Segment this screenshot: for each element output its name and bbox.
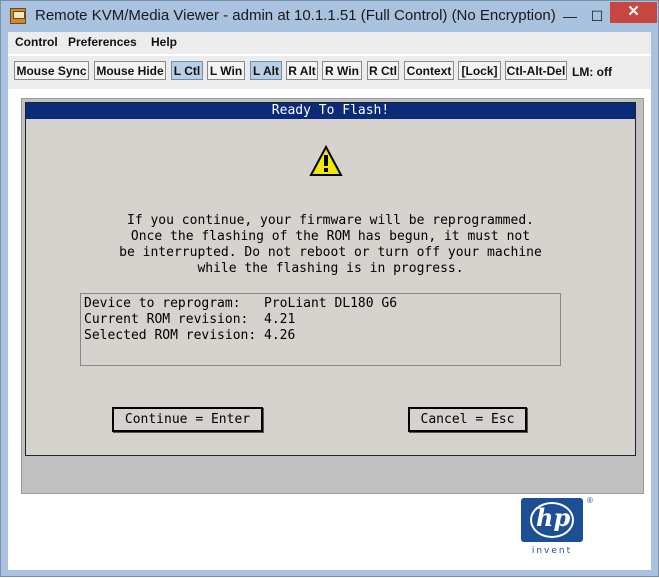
title-bar[interactable]: Remote KVM/Media Viewer - admin at 10.1.…	[1, 1, 658, 32]
maximize-button[interactable]: ☐	[586, 7, 608, 25]
kvm-window: Remote KVM/Media Viewer - admin at 10.1.…	[0, 0, 659, 577]
current-rom-line: Current ROM revision: 4.21	[84, 312, 296, 327]
menu-help[interactable]: Help	[151, 35, 177, 49]
message-line: Once the flashing of the ROM has begun, …	[130, 229, 531, 244]
client-area: Control Preferences Help Mouse Sync Mous…	[8, 32, 651, 570]
dialog-title: Ready To Flash!	[26, 103, 635, 119]
ctl-alt-del-button[interactable]: Ctl-Alt-Del	[505, 61, 567, 80]
window-title: Remote KVM/Media Viewer - admin at 10.1.…	[35, 7, 556, 24]
flash-dialog: Ready To Flash! If you continue, your fi…	[25, 102, 636, 456]
context-button[interactable]: Context	[404, 61, 454, 80]
cancel-button[interactable]: Cancel = Esc	[408, 407, 527, 432]
menu-bar: Control Preferences Help	[8, 32, 651, 54]
rom-info-box: Device to reprogram: ProLiant DL180 G6 C…	[80, 293, 561, 366]
continue-button[interactable]: Continue = Enter	[112, 407, 263, 432]
hp-tagline: invent	[531, 546, 573, 556]
l-alt-button[interactable]: L Alt	[250, 61, 282, 80]
hp-logo-text: hp	[536, 503, 571, 532]
l-ctl-button[interactable]: L Ctl	[171, 61, 203, 80]
message-line: If you continue, your firmware will be r…	[127, 213, 534, 228]
hp-logo: hp ® invent	[521, 496, 605, 578]
lock-button[interactable]: [Lock]	[458, 61, 501, 80]
hp-logo-mark: hp	[521, 498, 583, 542]
message-line: while the flashing is in progress.	[197, 261, 464, 276]
r-alt-button[interactable]: R Alt	[286, 61, 318, 80]
mouse-sync-button[interactable]: Mouse Sync	[14, 61, 89, 80]
message-line: be interrupted. Do not reboot or turn of…	[119, 245, 542, 260]
menu-preferences[interactable]: Preferences	[68, 35, 137, 49]
app-icon	[10, 8, 26, 24]
r-win-button[interactable]: R Win	[322, 61, 362, 80]
close-button[interactable]: ✕	[610, 2, 657, 23]
selected-rom-line: Selected ROM revision: 4.26	[84, 328, 296, 343]
menu-control[interactable]: Control	[15, 35, 58, 49]
l-win-button[interactable]: L Win	[207, 61, 245, 80]
registered-mark: ®	[587, 496, 593, 505]
device-line: Device to reprogram: ProLiant DL180 G6	[84, 296, 398, 311]
r-ctl-button[interactable]: R Ctl	[367, 61, 399, 80]
toolbar: Mouse Sync Mouse Hide L Ctl L Win L Alt …	[8, 56, 651, 89]
remote-console[interactable]: Ready To Flash! If you continue, your fi…	[21, 98, 644, 494]
mouse-hide-button[interactable]: Mouse Hide	[94, 61, 166, 80]
lm-status: LM: off	[572, 65, 612, 79]
minimize-button[interactable]: —	[559, 7, 581, 25]
warning-icon	[309, 145, 343, 176]
